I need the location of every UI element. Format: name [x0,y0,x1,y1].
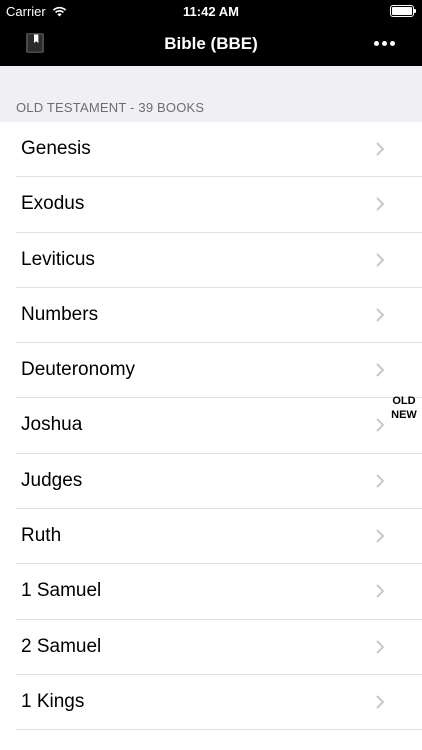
book-name: Genesis [21,138,91,159]
chevron-right-icon [376,474,385,488]
book-row-1-samuel[interactable]: 1 Samuel [16,564,422,620]
book-row-1-kings[interactable]: 1 Kings [16,675,422,731]
index-new[interactable]: NEW [389,408,419,422]
section-index[interactable]: OLD NEW [389,394,419,422]
chevron-right-icon [376,142,385,156]
chevron-right-icon [376,529,385,543]
book-name: Exodus [21,193,85,215]
status-time: 11:42 AM [183,4,239,19]
book-name: 2 Samuel [21,635,102,657]
chevron-right-icon [376,639,385,654]
book-row-leviticus[interactable]: Leviticus [16,233,422,288]
book-row-genesis[interactable]: Genesis [16,122,422,178]
book-name: Deuteronomy [21,359,136,381]
index-old[interactable]: OLD [389,394,419,408]
status-bar: Carrier 11:42 AM [0,0,422,22]
book-row-2-samuel[interactable]: 2 Samuel [16,620,422,675]
book-row-joshua[interactable]: Joshua [16,398,422,454]
book-row-exodus[interactable]: Exodus [16,177,422,233]
chevron-right-icon [376,363,385,377]
book-name: Judges [21,469,83,491]
book-row-deuteronomy[interactable]: Deuteronomy [16,343,422,399]
section-header-area: OLD TESTAMENT - 39 BOOKS [0,66,422,122]
chevron-right-icon [376,197,385,212]
book-name: 1 Kings [21,690,85,712]
navigation-bar: Bible (BBE) [0,22,422,66]
chevron-right-icon [376,418,385,433]
nav-title: Bible (BBE) [164,34,258,53]
book-name: Ruth [21,525,62,547]
book-row-numbers[interactable]: Numbers [16,288,422,344]
book-row-ruth[interactable]: Ruth [16,509,422,565]
book-name: Joshua [21,414,83,436]
more-icon[interactable] [374,36,396,50]
chevron-right-icon [376,584,385,599]
chevron-right-icon [376,695,385,709]
book-row-judges[interactable]: Judges [16,454,422,510]
book-list: Genesis Exodus Leviticus Numbers Deutero… [0,122,422,731]
chevron-right-icon [376,308,385,322]
battery-icon [390,5,416,17]
book-name: 1 Samuel [21,580,102,602]
section-header: OLD TESTAMENT - 39 BOOKS [16,100,205,115]
chevron-right-icon [376,252,385,267]
book-name: Numbers [21,303,99,325]
book-name: Leviticus [21,248,95,270]
